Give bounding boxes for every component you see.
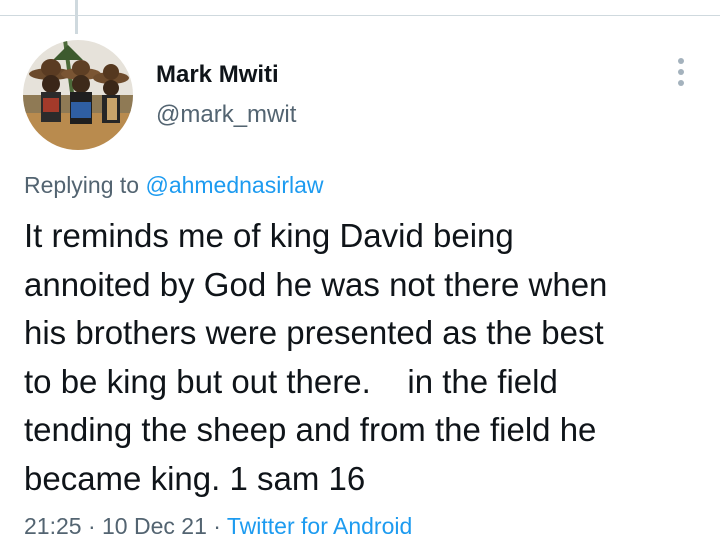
meta-separator: · [81, 513, 103, 539]
tweet-source-link[interactable]: Twitter for Android [227, 513, 412, 539]
replying-to-label: Replying to [24, 172, 146, 198]
more-vertical-icon-dot [678, 69, 684, 75]
top-divider [0, 15, 720, 16]
reply-mention-link[interactable]: @ahmednasirlaw [145, 172, 323, 198]
author-handle[interactable]: @mark_mwit [156, 100, 296, 130]
replying-to: Replying to @ahmednasirlaw [24, 170, 324, 200]
more-options-button[interactable] [666, 54, 696, 90]
tweet-text: It reminds me of king David being annoit… [24, 217, 608, 497]
meta-separator: · [206, 513, 227, 539]
tweet-date[interactable]: 10 Dec 21 [102, 513, 207, 539]
tweet-metadata: 21:25 · 10 Dec 21 · Twitter for Android [24, 511, 412, 541]
tweet-time[interactable]: 21:25 [24, 513, 82, 539]
avatar-image [23, 40, 133, 150]
more-vertical-icon [678, 58, 684, 64]
avatar[interactable] [23, 40, 133, 150]
thread-connector-line [75, 0, 78, 34]
author-name[interactable]: Mark Mwiti [156, 60, 279, 90]
more-vertical-icon-dot [678, 80, 684, 86]
